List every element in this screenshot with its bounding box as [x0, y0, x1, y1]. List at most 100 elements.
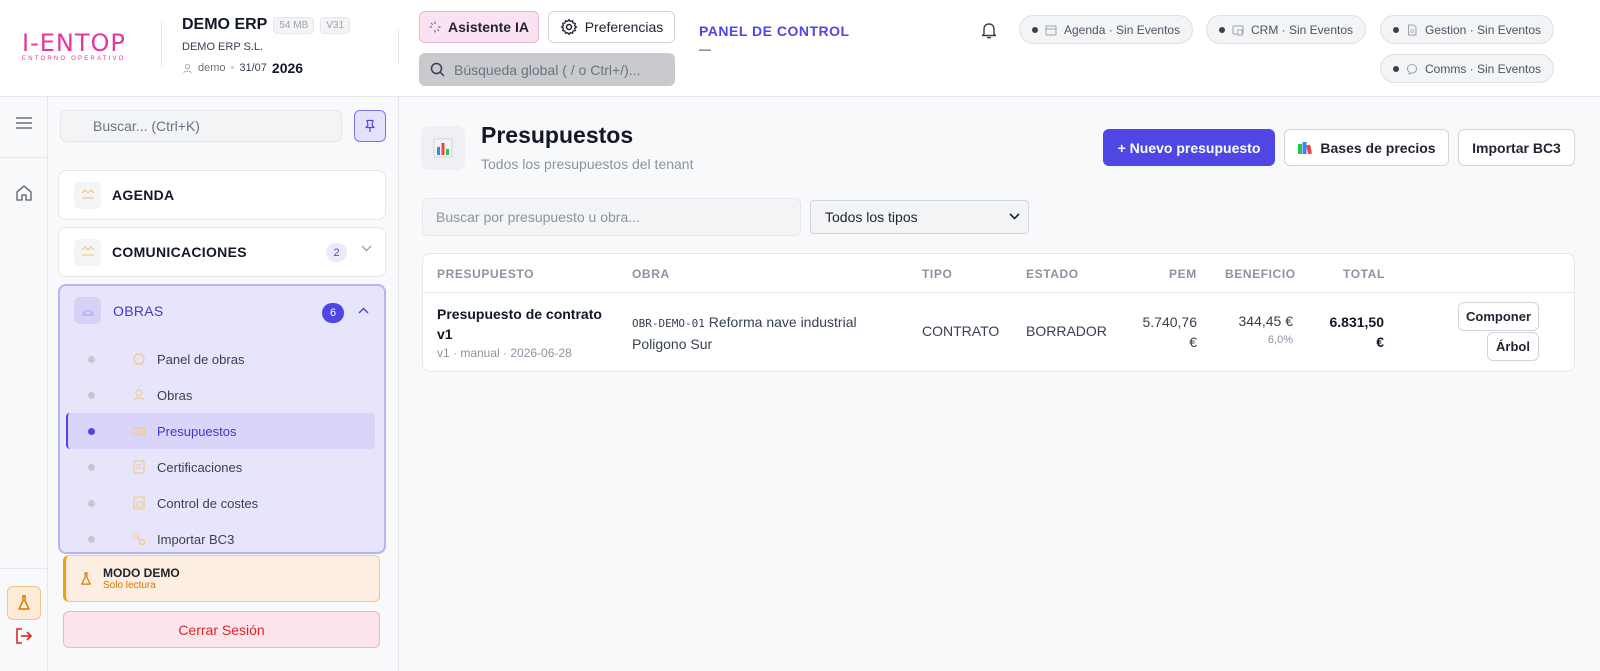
sidebar-item-panel-de-obras[interactable]: Panel de obras — [66, 341, 375, 377]
column-header: OBRA — [632, 267, 670, 281]
demo-mode-button[interactable] — [7, 586, 41, 620]
compose-button[interactable]: Componer — [1458, 302, 1539, 331]
logout-button[interactable]: Cerrar Sesión — [63, 611, 380, 648]
status-dot — [1219, 26, 1225, 33]
company-name: DEMO ERP — [182, 16, 268, 33]
profit-percent: 6,0% — [1267, 334, 1293, 346]
sidebar-section-obras-header[interactable]: OBRAS — [74, 297, 164, 324]
crm-icon — [1232, 24, 1244, 36]
obra-code: OBR-DEMO-01 — [632, 317, 705, 330]
sidebar-section-label: AGENDA — [112, 187, 175, 203]
sidebar-search-placeholder: Buscar... (Ctrl+K) — [93, 118, 200, 134]
calendar-icon — [1045, 24, 1057, 36]
chevron-down-icon — [1009, 213, 1020, 220]
chat-icon — [1406, 63, 1418, 75]
sidebar-section-agenda[interactable]: AGENDA — [58, 170, 386, 220]
event-chip-agenda[interactable]: Agenda · Sin Eventos — [1019, 15, 1194, 44]
pin-sidebar-button[interactable] — [354, 110, 386, 142]
document-icon — [1406, 24, 1418, 36]
main-content: Presupuestos Todos los presupuestos del … — [399, 97, 1600, 671]
column-header: TOTAL — [1343, 267, 1385, 281]
user-name: demo — [198, 62, 226, 74]
sidebar-section-label: COMUNICACIONES — [112, 244, 247, 260]
status-dot — [1032, 26, 1038, 33]
global-search-input[interactable]: Búsqueda global ( / o Ctrl+/)... — [419, 53, 675, 86]
price-bases-button[interactable]: Bases de precios — [1284, 129, 1449, 166]
event-chip-label: Comms · Sin Eventos — [1425, 61, 1542, 76]
logo-subtitle: ENTORNO OPERATIVO — [22, 56, 126, 62]
menu-icon[interactable] — [12, 111, 36, 135]
column-header: ESTADO — [1026, 267, 1079, 281]
user-icon — [182, 63, 193, 74]
obra-name: Reforma nave industrial — [708, 314, 857, 330]
search-icon — [430, 62, 445, 77]
column-header: TIPO — [922, 267, 953, 281]
flask-icon — [80, 571, 92, 586]
budget-name: Presupuesto de contrato v1 — [437, 306, 602, 342]
total-value: 6.831,50 € — [1329, 314, 1385, 350]
tree-button[interactable]: Árbol — [1487, 332, 1539, 361]
type-filter-select[interactable]: Todos los tipos — [810, 200, 1029, 234]
logout-icon[interactable] — [12, 624, 36, 648]
divider — [161, 22, 162, 66]
sidebar-item-label: Importar BC3 — [157, 531, 235, 547]
sidebar-item-importar-bc3[interactable]: Importar BC3 — [66, 521, 375, 557]
event-chip-crm[interactable]: CRM · Sin Eventos — [1206, 15, 1367, 44]
new-budget-button[interactable]: + Nuevo presupuesto — [1103, 129, 1275, 166]
sidebar-section-comunicaciones[interactable]: COMUNICACIONES 2 — [58, 227, 386, 277]
sidebar: Buscar... (Ctrl+K) AGENDA COMUNICACIONES… — [48, 97, 399, 671]
obras-icon — [74, 297, 101, 324]
count-badge: 6 — [322, 303, 344, 323]
budget-meta: v1 · manual · 2026-06-28 — [437, 346, 572, 360]
count-badge: 2 — [326, 243, 347, 262]
sidebar-item-label: Certificaciones — [157, 459, 243, 475]
chevron-up-icon[interactable] — [358, 307, 369, 314]
ledger-icon — [130, 494, 148, 512]
size-tag: 54 MB — [273, 16, 315, 34]
bar-chart-icon — [421, 126, 465, 170]
sidebar-item-control-de-costes[interactable]: Control de costes — [66, 485, 375, 521]
chevron-down-icon — [361, 245, 372, 252]
books-icon — [1297, 141, 1313, 155]
current-date: 31/07 — [239, 62, 267, 74]
preferences-button[interactable]: Preferencias — [548, 11, 675, 43]
company-info: DEMO ERP 54 MB V31 DEMO ERP S.L. demo • … — [182, 16, 392, 76]
divider — [0, 568, 48, 569]
sidebar-search-input[interactable]: Buscar... (Ctrl+K) — [60, 110, 342, 142]
status-dot — [1393, 65, 1399, 72]
sidebar-item-certificaciones[interactable]: Certificaciones — [66, 449, 375, 485]
divider — [423, 292, 1574, 293]
bullet-dot — [88, 355, 95, 363]
panel-subtitle: — — [699, 42, 711, 56]
obra-cell: OBR-DEMO-01 Reforma nave industrial Poli… — [632, 312, 857, 354]
logo[interactable]: I-ENTOP ENTORNO OPERATIVO — [22, 29, 142, 66]
event-chip-label: Agenda · Sin Eventos — [1064, 22, 1181, 37]
status-dot — [1393, 26, 1399, 33]
sidebar-item-obras[interactable]: Obras — [66, 377, 375, 413]
ai-assistant-button[interactable]: Asistente IA — [419, 11, 539, 43]
budget-search-placeholder: Buscar por presupuesto u obra... — [436, 209, 640, 225]
type-filter-value: Todos los tipos — [825, 209, 918, 225]
spinner-icon — [429, 21, 441, 33]
bell-icon[interactable] — [980, 21, 998, 39]
event-chip-comms[interactable]: Comms · Sin Eventos — [1380, 54, 1555, 83]
budget-type: CONTRATO — [922, 323, 1000, 339]
current-year: 2026 — [271, 60, 304, 76]
event-chip-gestion[interactable]: Gestion · Sin Eventos — [1380, 15, 1555, 44]
sidebar-item-label: Control de costes — [157, 495, 259, 511]
panel-title[interactable]: PANEL DE CONTROL — [699, 23, 850, 39]
global-search-placeholder: Búsqueda global ( / o Ctrl+/)... — [454, 61, 641, 78]
logo-text: I-ENTOP — [22, 29, 126, 57]
divider — [398, 29, 399, 65]
sidebar-item-presupuestos[interactable]: Presupuestos — [66, 413, 375, 449]
gear-icon — [560, 18, 578, 36]
obra-name-line2: Poligono Sur — [632, 336, 713, 352]
import-icon — [130, 530, 148, 548]
demo-mode-banner: MODO DEMO Solo lectura — [63, 555, 380, 602]
dashboard-icon — [130, 350, 148, 368]
home-icon[interactable] — [12, 181, 36, 205]
demo-mode-title: MODO DEMO — [103, 566, 180, 580]
budget-search-input[interactable]: Buscar por presupuesto u obra... — [422, 198, 801, 236]
import-bc3-button[interactable]: Importar BC3 — [1458, 129, 1575, 166]
flask-icon — [17, 595, 31, 611]
